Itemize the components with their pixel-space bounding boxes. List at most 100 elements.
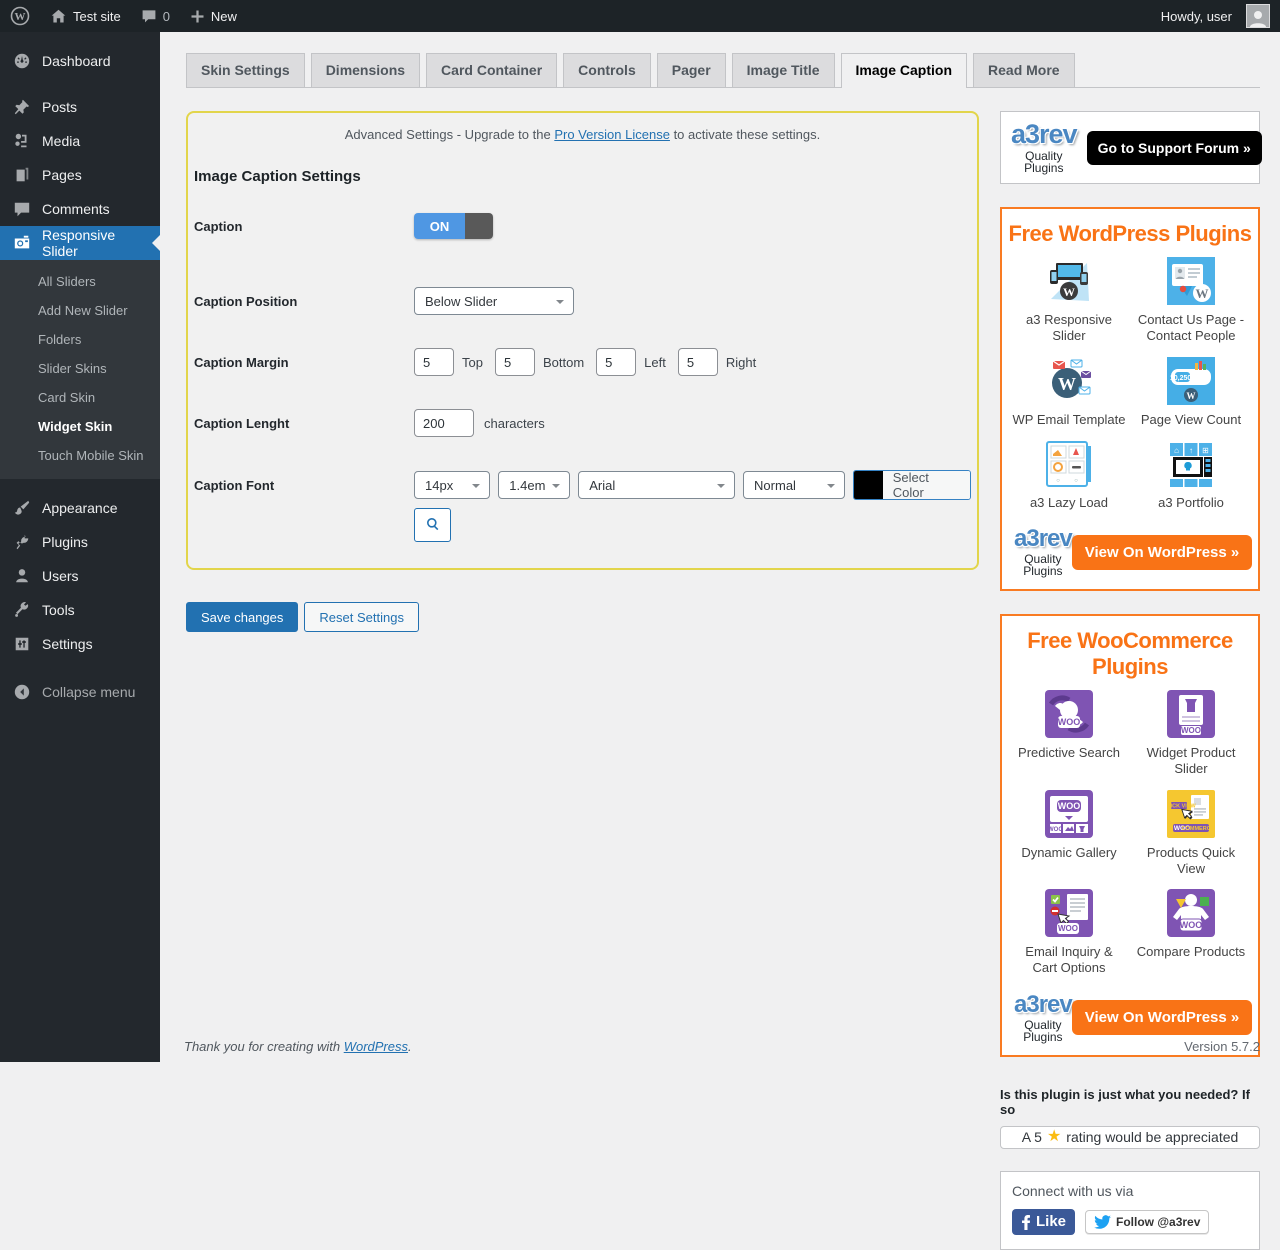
plugin-page-view-count[interactable]: 10,250.. W Page View Count xyxy=(1130,356,1252,428)
rating-link[interactable]: A 5 ★ rating would be appreciated xyxy=(1000,1125,1260,1149)
account-menu[interactable]: Howdy, user xyxy=(1151,0,1280,32)
responsive-slider-submenu: All Sliders Add New Slider Folders Slide… xyxy=(0,260,160,479)
submenu-all-sliders[interactable]: All Sliders xyxy=(0,267,160,296)
svg-text:QUICK VIEW: QUICK VIEW xyxy=(1167,803,1196,809)
plugin-name: Page View Count xyxy=(1140,411,1242,427)
version-text: Version 5.7.2 xyxy=(1184,1039,1260,1054)
a3-responsive-slider-icon: W xyxy=(1045,257,1093,305)
font-size-select[interactable]: 14px xyxy=(414,471,491,499)
margin-bottom-input[interactable] xyxy=(494,348,535,376)
tab-image-title[interactable]: Image Title xyxy=(731,53,835,87)
font-style-select[interactable]: Normal xyxy=(743,471,846,499)
paintbrush-icon xyxy=(12,498,32,518)
plugin-email-inquiry[interactable]: WOO Email Inquiry & Cart Options xyxy=(1008,889,1130,977)
comments-icon xyxy=(12,199,32,219)
view-on-wordpress-button[interactable]: View On WordPress » xyxy=(1071,1000,1253,1035)
sidebar-item-settings[interactable]: Settings xyxy=(0,627,160,661)
sidebar-item-responsive-slider[interactable]: Responsive Slider xyxy=(0,226,160,260)
plugin-widget-product-slider[interactable]: WOO Widget Product Slider xyxy=(1130,690,1252,778)
wordpress-link[interactable]: WordPress xyxy=(344,1039,408,1054)
sidebar-item-label: Dashboard xyxy=(42,53,111,69)
facebook-like-button[interactable]: Like xyxy=(1012,1208,1076,1235)
plugin-name: Products Quick View xyxy=(1146,844,1236,876)
select-color-button[interactable]: Select Color xyxy=(853,470,971,500)
margin-top-input[interactable] xyxy=(414,348,454,376)
a3-lazy-load-icon: ○ ○ xyxy=(1045,440,1093,488)
submenu-touch-mobile-skin[interactable]: Touch Mobile Skin xyxy=(0,441,160,470)
facebook-icon xyxy=(1022,1214,1030,1230)
sidebar-item-dashboard[interactable]: Dashboard xyxy=(0,44,160,78)
submenu-widget-skin[interactable]: Widget Skin xyxy=(0,412,160,441)
upgrade-notice: Advanced Settings - Upgrade to the Pro V… xyxy=(194,127,971,142)
dashboard-icon xyxy=(12,51,32,71)
email-inquiry-cart-options-icon: WOO xyxy=(1045,889,1093,937)
tab-card-container[interactable]: Card Container xyxy=(426,53,558,87)
admin-menu: Dashboard Posts Media Pages Comments Res… xyxy=(0,32,160,1062)
collapse-menu-button[interactable]: Collapse menu xyxy=(0,675,160,709)
sidebar-item-label: Tools xyxy=(42,602,75,618)
margin-right-input[interactable] xyxy=(677,348,718,376)
plugin-contact-us-page[interactable]: W Contact Us Page - Contact People xyxy=(1130,257,1252,345)
tab-pager[interactable]: Pager xyxy=(656,53,726,87)
page-view-count-icon: 10,250.. W xyxy=(1167,356,1215,405)
tab-controls[interactable]: Controls xyxy=(563,53,651,87)
plugin-a3-responsive-slider[interactable]: W a3 Responsive Slider xyxy=(1008,257,1130,345)
toggle-knob xyxy=(465,213,493,239)
new-content-link[interactable]: New xyxy=(180,0,247,32)
a3rev-logo-tagline: Quality Plugins xyxy=(1023,552,1063,578)
plugin-name: Contact Us Page - Contact People xyxy=(1137,312,1245,344)
wordpress-logo-icon: W xyxy=(10,6,30,26)
support-forum-button[interactable]: Go to Support Forum » xyxy=(1086,130,1262,165)
wordpress-logo-menu[interactable]: W xyxy=(0,0,40,32)
camera-icon xyxy=(12,233,32,253)
tab-image-caption[interactable]: Image Caption xyxy=(840,53,968,88)
sidebar-item-pages[interactable]: Pages xyxy=(0,158,160,192)
plugin-name: Email Inquiry & Cart Options xyxy=(1025,944,1113,976)
settings-tab-bar: Skin Settings Dimensions Card Container … xyxy=(186,53,1260,88)
tab-read-more[interactable]: Read More xyxy=(973,53,1075,87)
caption-position-select[interactable]: Below Slider xyxy=(414,287,574,315)
tab-skin-settings[interactable]: Skin Settings xyxy=(186,53,305,87)
plugin-products-quick-view[interactable]: QUICK VIEWWOOCOMMERCE Products Quick Vie… xyxy=(1130,789,1252,878)
site-name-link[interactable]: Test site xyxy=(40,0,131,32)
font-family-value: Arial xyxy=(589,477,616,493)
margin-left-input[interactable] xyxy=(596,348,637,376)
caption-length-suffix: characters xyxy=(484,415,545,431)
sidebar-item-users[interactable]: Users xyxy=(0,559,160,593)
view-on-wordpress-button[interactable]: View On WordPress » xyxy=(1071,534,1253,570)
plugin-a3-portfolio[interactable]: ⌂ ↑ ⊞ a3 Portfolio xyxy=(1130,440,1252,511)
sidebar-item-label: Posts xyxy=(42,99,78,115)
plugin-icon xyxy=(12,532,32,552)
tab-dimensions[interactable]: Dimensions xyxy=(310,53,421,87)
line-height-select[interactable]: 1.4em xyxy=(498,471,571,499)
footer-thanks: Thank you for creating with WordPress. xyxy=(184,1039,412,1054)
sidebar-item-tools[interactable]: Tools xyxy=(0,593,160,627)
reset-settings-button[interactable]: Reset Settings xyxy=(304,602,419,632)
sidebar-item-plugins[interactable]: Plugins xyxy=(0,525,160,559)
font-family-select[interactable]: Arial xyxy=(578,471,736,499)
sidebar-item-media[interactable]: Media xyxy=(0,124,160,158)
caption-length-label: Caption Lenght xyxy=(194,415,290,431)
caption-toggle[interactable]: ON xyxy=(414,213,493,239)
submenu-add-new-slider[interactable]: Add New Slider xyxy=(0,296,160,325)
plugin-wp-email-template[interactable]: W WP Email Template xyxy=(1008,357,1130,428)
submenu-folders[interactable]: Folders xyxy=(0,325,160,354)
sidebar-item-comments[interactable]: Comments xyxy=(0,192,160,226)
save-changes-button[interactable]: Save changes xyxy=(186,602,299,632)
plugin-a3-lazy-load[interactable]: ○ ○ a3 Lazy Load xyxy=(1008,440,1130,511)
comments-link[interactable]: 0 xyxy=(131,0,180,32)
predictive-search-icon: WOO xyxy=(1045,690,1093,738)
svg-text:WOO: WOO xyxy=(1180,920,1203,930)
pro-version-license-link[interactable]: Pro Version License xyxy=(554,127,670,142)
submenu-card-skin[interactable]: Card Skin xyxy=(0,383,160,412)
submenu-slider-skins[interactable]: Slider Skins xyxy=(0,354,160,383)
twitter-follow-button[interactable]: Follow @a3rev xyxy=(1085,1209,1210,1234)
font-preview-button[interactable] xyxy=(414,508,451,542)
sidebar-item-posts[interactable]: Posts xyxy=(0,90,160,124)
plugin-dynamic-gallery[interactable]: WOO WOO Dynamic Gallery xyxy=(1008,789,1130,878)
caption-length-input[interactable] xyxy=(414,409,474,437)
rating-suffix: rating would be appreciated xyxy=(1066,1129,1239,1145)
sidebar-item-appearance[interactable]: Appearance xyxy=(0,491,160,525)
plugin-predictive-search[interactable]: WOO Predictive Search xyxy=(1008,690,1130,778)
plugin-compare-products[interactable]: WOO Compare Products xyxy=(1130,889,1252,977)
